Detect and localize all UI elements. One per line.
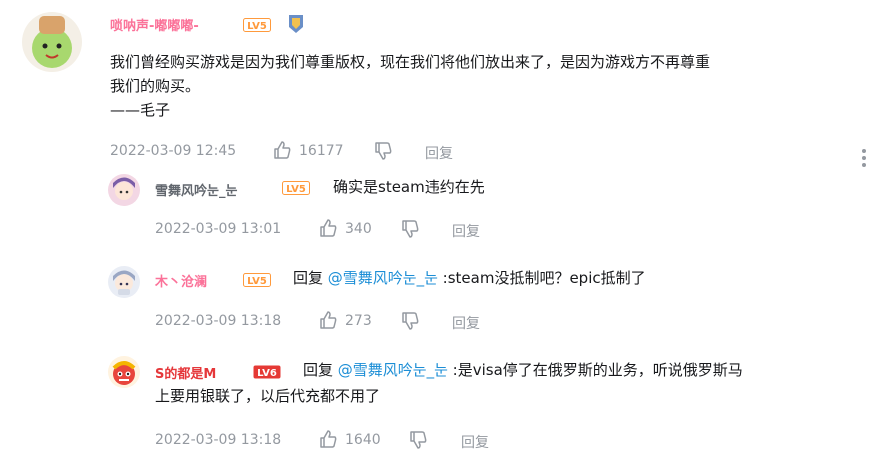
reply-text: 回复 @雪舞风吟눈_눈 :是visa停了在俄罗斯的业务，听说俄罗斯马: [303, 358, 743, 382]
mention-link[interactable]: @雪舞风吟눈_눈: [338, 361, 448, 379]
level-badge: LV6: [253, 364, 281, 383]
thumbs-up-icon[interactable]: [318, 218, 338, 238]
like-count: 273: [345, 313, 372, 329]
username[interactable]: 唢呐声-嘟嘟嘟-: [110, 15, 199, 34]
reply-button[interactable]: 回复: [452, 221, 480, 241]
reply-prefix: 回复: [293, 269, 328, 287]
reply-text: 回复 @雪舞风吟눈_눈 :steam没抵制吧？epic抵制了: [293, 266, 646, 290]
thumbs-down-icon[interactable]: [400, 219, 420, 239]
level-badge: LV5: [243, 272, 271, 291]
more-vertical-icon[interactable]: [862, 149, 866, 170]
level-badge: LV5: [243, 17, 271, 36]
reply-body: :steam没抵制吧？epic抵制了: [437, 269, 646, 287]
reply-time: 2022-03-09 13:18: [155, 313, 282, 329]
like-count: 16177: [299, 143, 344, 159]
level-badge: LV5: [282, 180, 310, 199]
svg-text:LV5: LV5: [286, 184, 306, 195]
username[interactable]: 雪舞风吟눈_눈: [155, 180, 237, 199]
reply-text: 确实是steam违约在先: [333, 178, 485, 196]
reply-text-line2: 上要用银联了，以后代充都不用了: [155, 387, 381, 405]
thumbs-up-icon[interactable]: [318, 310, 338, 330]
avatar[interactable]: [22, 12, 82, 72]
mention-link[interactable]: @雪舞风吟눈_눈: [328, 269, 438, 287]
thumbs-down-icon[interactable]: [373, 141, 393, 161]
comment-text-line: 我们的购买。: [110, 77, 201, 95]
medal-badge-icon: [285, 13, 307, 35]
username[interactable]: 木丶沧澜: [155, 271, 207, 290]
svg-text:LV6: LV6: [257, 368, 277, 379]
reply-button[interactable]: 回复: [425, 143, 453, 163]
thumbs-up-icon[interactable]: [272, 140, 292, 160]
avatar[interactable]: [108, 266, 140, 298]
thumbs-down-icon[interactable]: [408, 430, 428, 450]
username[interactable]: S的都是M: [155, 363, 216, 382]
reply-time: 2022-03-09 13:01: [155, 221, 282, 237]
like-count: 340: [345, 221, 372, 237]
comment-text-line: ——毛子: [110, 101, 171, 119]
reply-button[interactable]: 回复: [461, 432, 489, 452]
like-count: 1640: [345, 432, 381, 448]
comment-time: 2022-03-09 12:45: [110, 143, 237, 159]
comment-text-line: 我们曾经购买游戏是因为我们尊重版权，现在我们将他们放出来了，是因为游戏方不再尊重: [110, 53, 711, 71]
avatar[interactable]: [108, 356, 140, 388]
svg-text:LV5: LV5: [247, 276, 267, 287]
thumbs-down-icon[interactable]: [400, 311, 420, 331]
svg-text:LV5: LV5: [247, 21, 267, 32]
reply-button[interactable]: 回复: [452, 313, 480, 333]
reply-prefix: 回复: [303, 361, 338, 379]
avatar[interactable]: [108, 174, 140, 206]
reply-time: 2022-03-09 13:18: [155, 432, 282, 448]
thumbs-up-icon[interactable]: [318, 429, 338, 449]
reply-body: :是visa停了在俄罗斯的业务，听说俄罗斯马: [447, 361, 743, 379]
